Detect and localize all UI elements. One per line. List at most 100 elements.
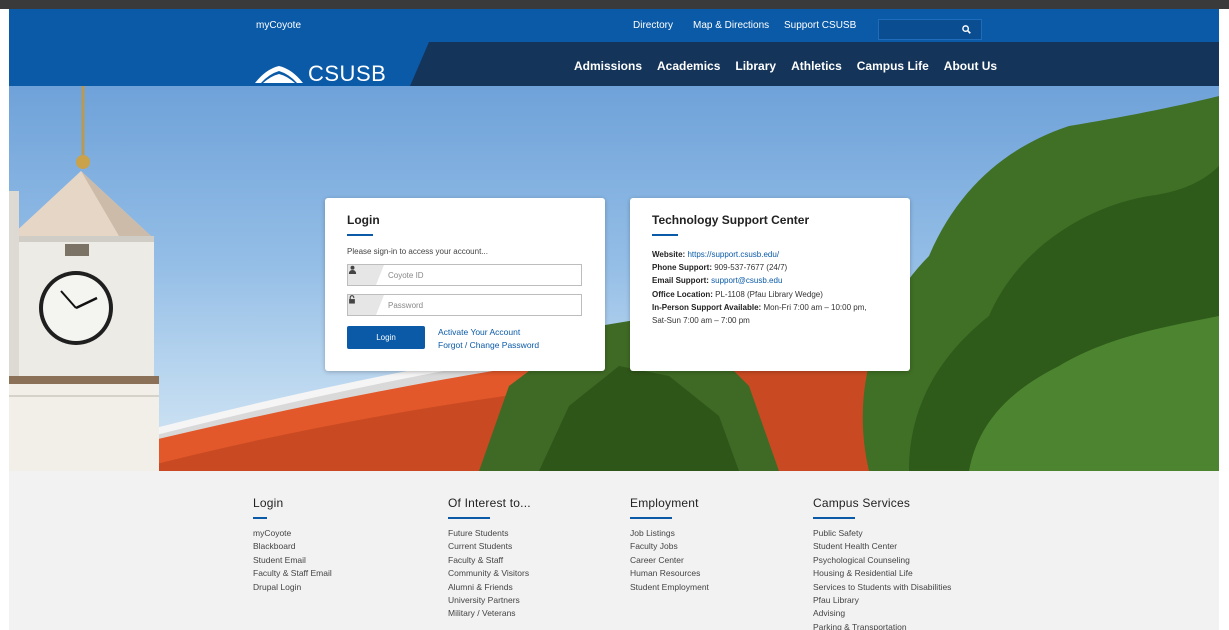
nav-admissions[interactable]: Admissions [574,59,642,73]
list-item: Faculty Jobs [630,540,709,553]
footer-link-faculty-jobs[interactable]: Faculty Jobs [630,541,678,551]
login-actions: Login Activate Your Account Forgot / Cha… [347,326,583,350]
footer-link-university-partners[interactable]: University Partners [448,595,520,605]
list-item: Parking & Transportation [813,621,951,630]
login-links: Activate Your Account Forgot / Change Pa… [438,327,539,350]
list-item: Alumni & Friends [448,581,531,594]
footer-link-faculty-email[interactable]: Faculty & Staff Email [253,568,332,578]
list-item: Blackboard [253,540,332,553]
nav-about-us[interactable]: About Us [944,59,997,73]
browser-top-strip [0,0,1229,9]
footer-link-community-visitors[interactable]: Community & Visitors [448,568,529,578]
support-email-label: Email Support: [652,276,709,286]
footer-link-current-students[interactable]: Current Students [448,541,512,551]
footer-link-psych-counseling[interactable]: Psychological Counseling [813,555,910,565]
footer-link-pfau-library[interactable]: Pfau Library [813,595,859,605]
hero-banner: Login Please sign-in to access your acco… [9,86,1219,471]
footer-link-mycoyote[interactable]: myCoyote [253,528,291,538]
support-details: Website: https://support.csusb.edu/ Phon… [652,248,888,327]
support-website-row: Website: https://support.csusb.edu/ [652,248,888,261]
footer-link-housing[interactable]: Housing & Residential Life [813,568,913,578]
footer-link-drupal-login[interactable]: Drupal Login [253,582,301,592]
list-item: Housing & Residential Life [813,567,951,580]
list-item: Job Listings [630,527,709,540]
footer-link-blackboard[interactable]: Blackboard [253,541,296,551]
list-item: Public Safety [813,527,951,540]
support-email-link[interactable]: support@csusb.edu [711,276,782,285]
page-frame: myCoyote Directory Map & Directions Supp… [9,9,1219,630]
footer-col-campus-services: Campus Services Public Safety Student He… [813,496,951,630]
nav-academics[interactable]: Academics [657,59,720,73]
footer-link-list: Future Students Current Students Faculty… [448,527,531,621]
footer-col-rule [448,517,490,519]
footer-link-military-veterans[interactable]: Military / Veterans [448,608,516,618]
lock-icon [348,295,384,315]
search-input[interactable] [878,19,982,40]
footer-link-future-students[interactable]: Future Students [448,528,508,538]
list-item: Faculty & Staff [448,554,531,567]
list-item: Services to Students with Disabilities [813,581,951,594]
login-button[interactable]: Login [347,326,425,349]
nav-library[interactable]: Library [735,59,776,73]
map-directions-link[interactable]: Map & Directions [693,20,769,31]
mycoyote-link[interactable]: myCoyote [256,20,301,31]
logo-text: CSUSB [308,61,387,86]
directory-link[interactable]: Directory [633,20,673,31]
support-website-label: Website: [652,250,686,259]
nav-athletics[interactable]: Athletics [791,59,842,73]
footer-link-career-center[interactable]: Career Center [630,555,684,565]
footer-col-rule [253,517,267,519]
list-item: Student Employment [630,581,709,594]
login-card: Login Please sign-in to access your acco… [325,198,605,371]
support-title: Technology Support Center [652,213,810,227]
login-title: Login [347,213,380,227]
list-item: Faculty & Staff Email [253,567,332,580]
footer-link-public-safety[interactable]: Public Safety [813,528,863,538]
activate-account-link[interactable]: Activate Your Account [438,327,539,337]
support-office-row: Office Location: PL-1108 (Pfau Library W… [652,288,888,301]
footer-link-faculty-staff[interactable]: Faculty & Staff [448,555,503,565]
mountain-logo-icon [255,66,303,83]
search-button[interactable] [951,20,981,39]
support-office-value: PL-1108 (Pfau Library Wedge) [715,289,823,299]
support-inperson-row: In-Person Support Available: Mon-Fri 7:0… [652,301,888,314]
support-website-link[interactable]: https://support.csusb.edu/ [687,250,779,259]
footer-link-human-resources[interactable]: Human Resources [630,568,700,578]
footer-col-rule [630,517,672,519]
user-icon [348,265,384,285]
list-item: Advising [813,607,951,620]
footer-link-list: Job Listings Faculty Jobs Career Center … [630,527,709,594]
list-item: Psychological Counseling [813,554,951,567]
password-field[interactable] [347,294,582,316]
list-item: Community & Visitors [448,567,531,580]
footer-link-parking[interactable]: Parking & Transportation [813,622,907,630]
footer-col-rule [813,517,855,519]
footer-link-health-center[interactable]: Student Health Center [813,541,897,551]
footer-link-student-email[interactable]: Student Email [253,555,306,565]
support-phone-label: Phone Support: [652,263,712,273]
coyote-id-field[interactable] [347,264,582,286]
coyote-id-input[interactable] [388,267,578,283]
support-inperson-label: In-Person Support Available: [652,302,762,312]
support-office-label: Office Location: [652,289,713,299]
footer-col-title: Employment [630,496,699,510]
list-item: Current Students [448,540,531,553]
footer-col-title: Of Interest to... [448,496,531,510]
footer-link-student-employment[interactable]: Student Employment [630,582,709,592]
nav-campus-life[interactable]: Campus Life [857,59,929,73]
footer-link-alumni-friends[interactable]: Alumni & Friends [448,582,513,592]
csusb-logo[interactable]: CSUSB [254,61,386,87]
footer-link-advising[interactable]: Advising [813,608,845,618]
login-hint: Please sign-in to access your account... [347,247,488,256]
list-item: Career Center [630,554,709,567]
login-title-rule [347,234,373,236]
primary-nav: Admissions Academics Library Athletics C… [574,59,997,73]
utility-bar: myCoyote Directory Map & Directions Supp… [9,9,1219,42]
tech-support-card: Technology Support Center Website: https… [630,198,910,371]
support-csusb-link[interactable]: Support CSUSB [784,20,856,31]
forgot-password-link[interactable]: Forgot / Change Password [438,340,539,350]
footer-col-title: Login [253,496,284,510]
password-input[interactable] [388,297,578,313]
footer-link-disability-services[interactable]: Services to Students with Disabilities [813,582,951,592]
footer-link-job-listings[interactable]: Job Listings [630,528,675,538]
